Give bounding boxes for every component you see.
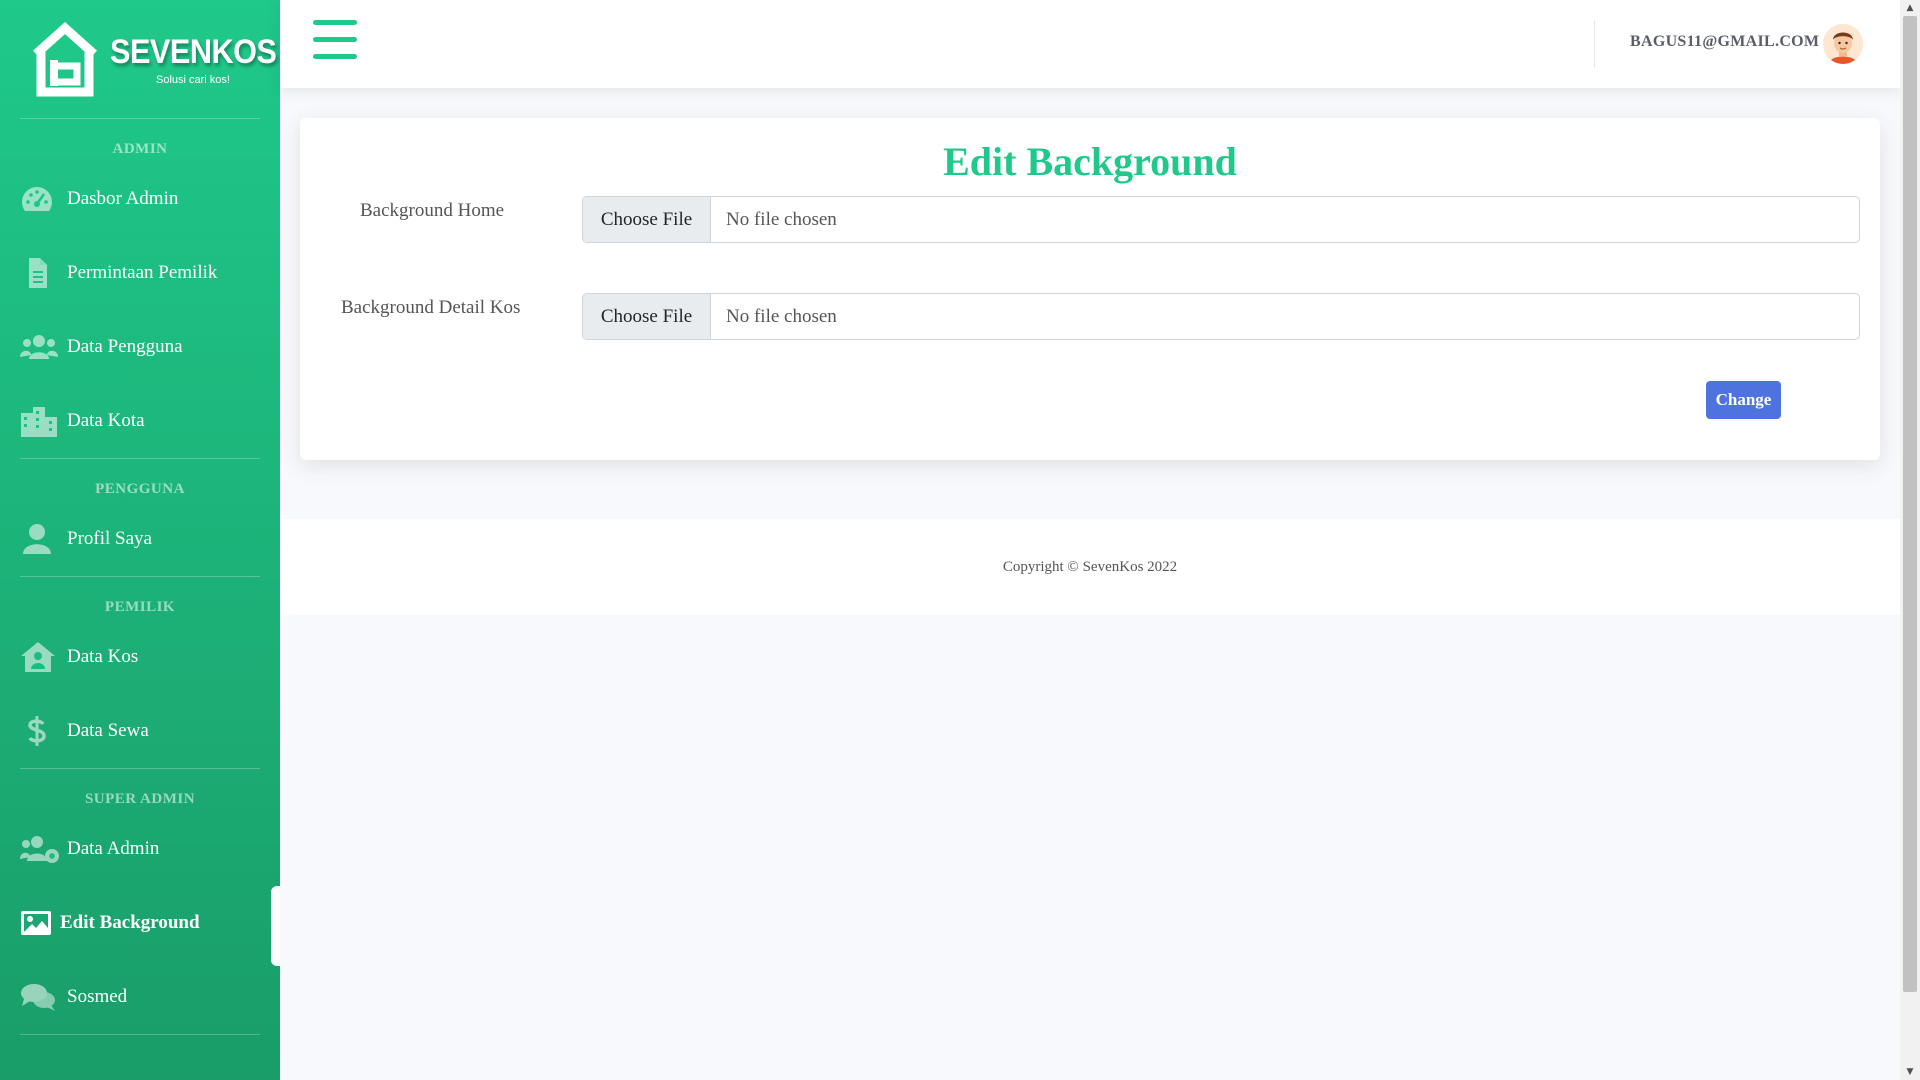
sidebar-item-label: Data Kos [67,646,139,667]
sidebar-item-label: Data Admin [67,838,160,859]
file-icon [20,257,60,289]
choose-file-button[interactable]: Choose File [583,294,711,339]
sidebar-item-data-kos[interactable]: Data Kos [0,620,280,694]
page-title: Edit Background [943,139,1237,184]
sidebar-item-data-pengguna[interactable]: Data Pengguna [0,310,280,384]
sidebar-item-label: Data Kota [67,410,145,431]
avatar[interactable] [1823,24,1863,64]
tachometer-icon [20,183,60,215]
sidebar-heading-super-admin: SUPER ADMIN [84,791,196,807]
brand-name: SEVENKOS [110,32,277,71]
sidebar-item-dasbor-admin[interactable]: Dasbor Admin [0,162,280,236]
dollar-icon [20,715,60,747]
page-scrollbar[interactable]: ▲ ▼ [1900,0,1920,1080]
sidebar-item-profil-saya[interactable]: Profil Saya [0,502,280,576]
user-email[interactable]: BAGUS11@GMAIL.COM [1630,33,1819,51]
copyright-text: Copyright © SevenKos 2022 [1002,558,1178,575]
scrollbar-thumb[interactable] [1903,16,1917,992]
topbar: BAGUS11@GMAIL.COM [280,0,1900,88]
sidebar-item-label: Permintaan Pemilik [67,262,218,283]
sidebar-item-label: Data Pengguna [67,336,183,357]
scroll-down-arrow-icon[interactable]: ▼ [1900,1064,1920,1080]
image-icon [20,907,60,939]
brand-tagline: Solusi cari kos! [156,73,230,86]
user-icon [20,523,60,555]
footer: Copyright © SevenKos 2022 [280,519,1900,615]
sidebar-item-data-sewa[interactable]: Data Sewa [0,694,280,768]
brand[interactable]: SEVENKOS Solusi cari kos! [0,0,280,118]
sidebar-item-sosmed[interactable]: Sosmed [0,960,280,1034]
change-button[interactable]: Change [1706,381,1781,419]
sidebar-toggle-button[interactable] [313,20,357,60]
city-icon [20,405,60,437]
topbar-divider [1594,20,1595,68]
edit-background-card: Edit Background Background Home Choose F… [300,118,1880,460]
sidebar-item-permintaan-pemilik[interactable]: Permintaan Pemilik [0,236,280,310]
sidebar-item-data-admin[interactable]: Data Admin [0,812,280,886]
sidebar-item-data-kota[interactable]: Data Kota [0,384,280,458]
choose-file-button[interactable]: Choose File [583,197,711,242]
sidebar-heading-admin: ADMIN [112,141,168,157]
background-detail-kos-label: Background Detail Kos [341,297,521,318]
sidebar-heading-pemilik: PEMILIK [104,599,176,615]
sidebar-item-label: Profil Saya [67,528,152,549]
sidebar-item-label: Edit Background [60,912,200,933]
sidebar-divider [20,1034,260,1035]
background-home-label: Background Home [360,200,505,221]
file-name-text: No file chosen [726,305,837,327]
hamburger-icon-bar [313,37,357,42]
sidebar-item-label: Dasbor Admin [67,188,179,209]
comments-icon [20,981,60,1013]
background-home-file-input[interactable]: Choose File No file chosen [582,196,1860,243]
hamburger-icon-bar [313,54,357,59]
background-detail-kos-file-input[interactable]: Choose File No file chosen [582,293,1860,340]
users-cog-icon [20,833,60,865]
house-user-icon [20,641,60,673]
sidebar-item-edit-background[interactable]: Edit Background [0,886,280,966]
hamburger-icon [313,20,357,25]
file-name-text: No file chosen [726,208,837,230]
sidebar-item-label: Data Sewa [67,720,149,741]
users-icon [20,331,60,363]
scroll-up-arrow-icon[interactable]: ▲ [1900,0,1920,16]
house-logo-icon [28,20,102,98]
sidebar-heading-pengguna: PENGGUNA [95,481,185,497]
sidebar-item-label: Sosmed [67,986,128,1007]
sidebar: SEVENKOS Solusi cari kos! ADMIN Dasbor A… [0,0,280,1080]
